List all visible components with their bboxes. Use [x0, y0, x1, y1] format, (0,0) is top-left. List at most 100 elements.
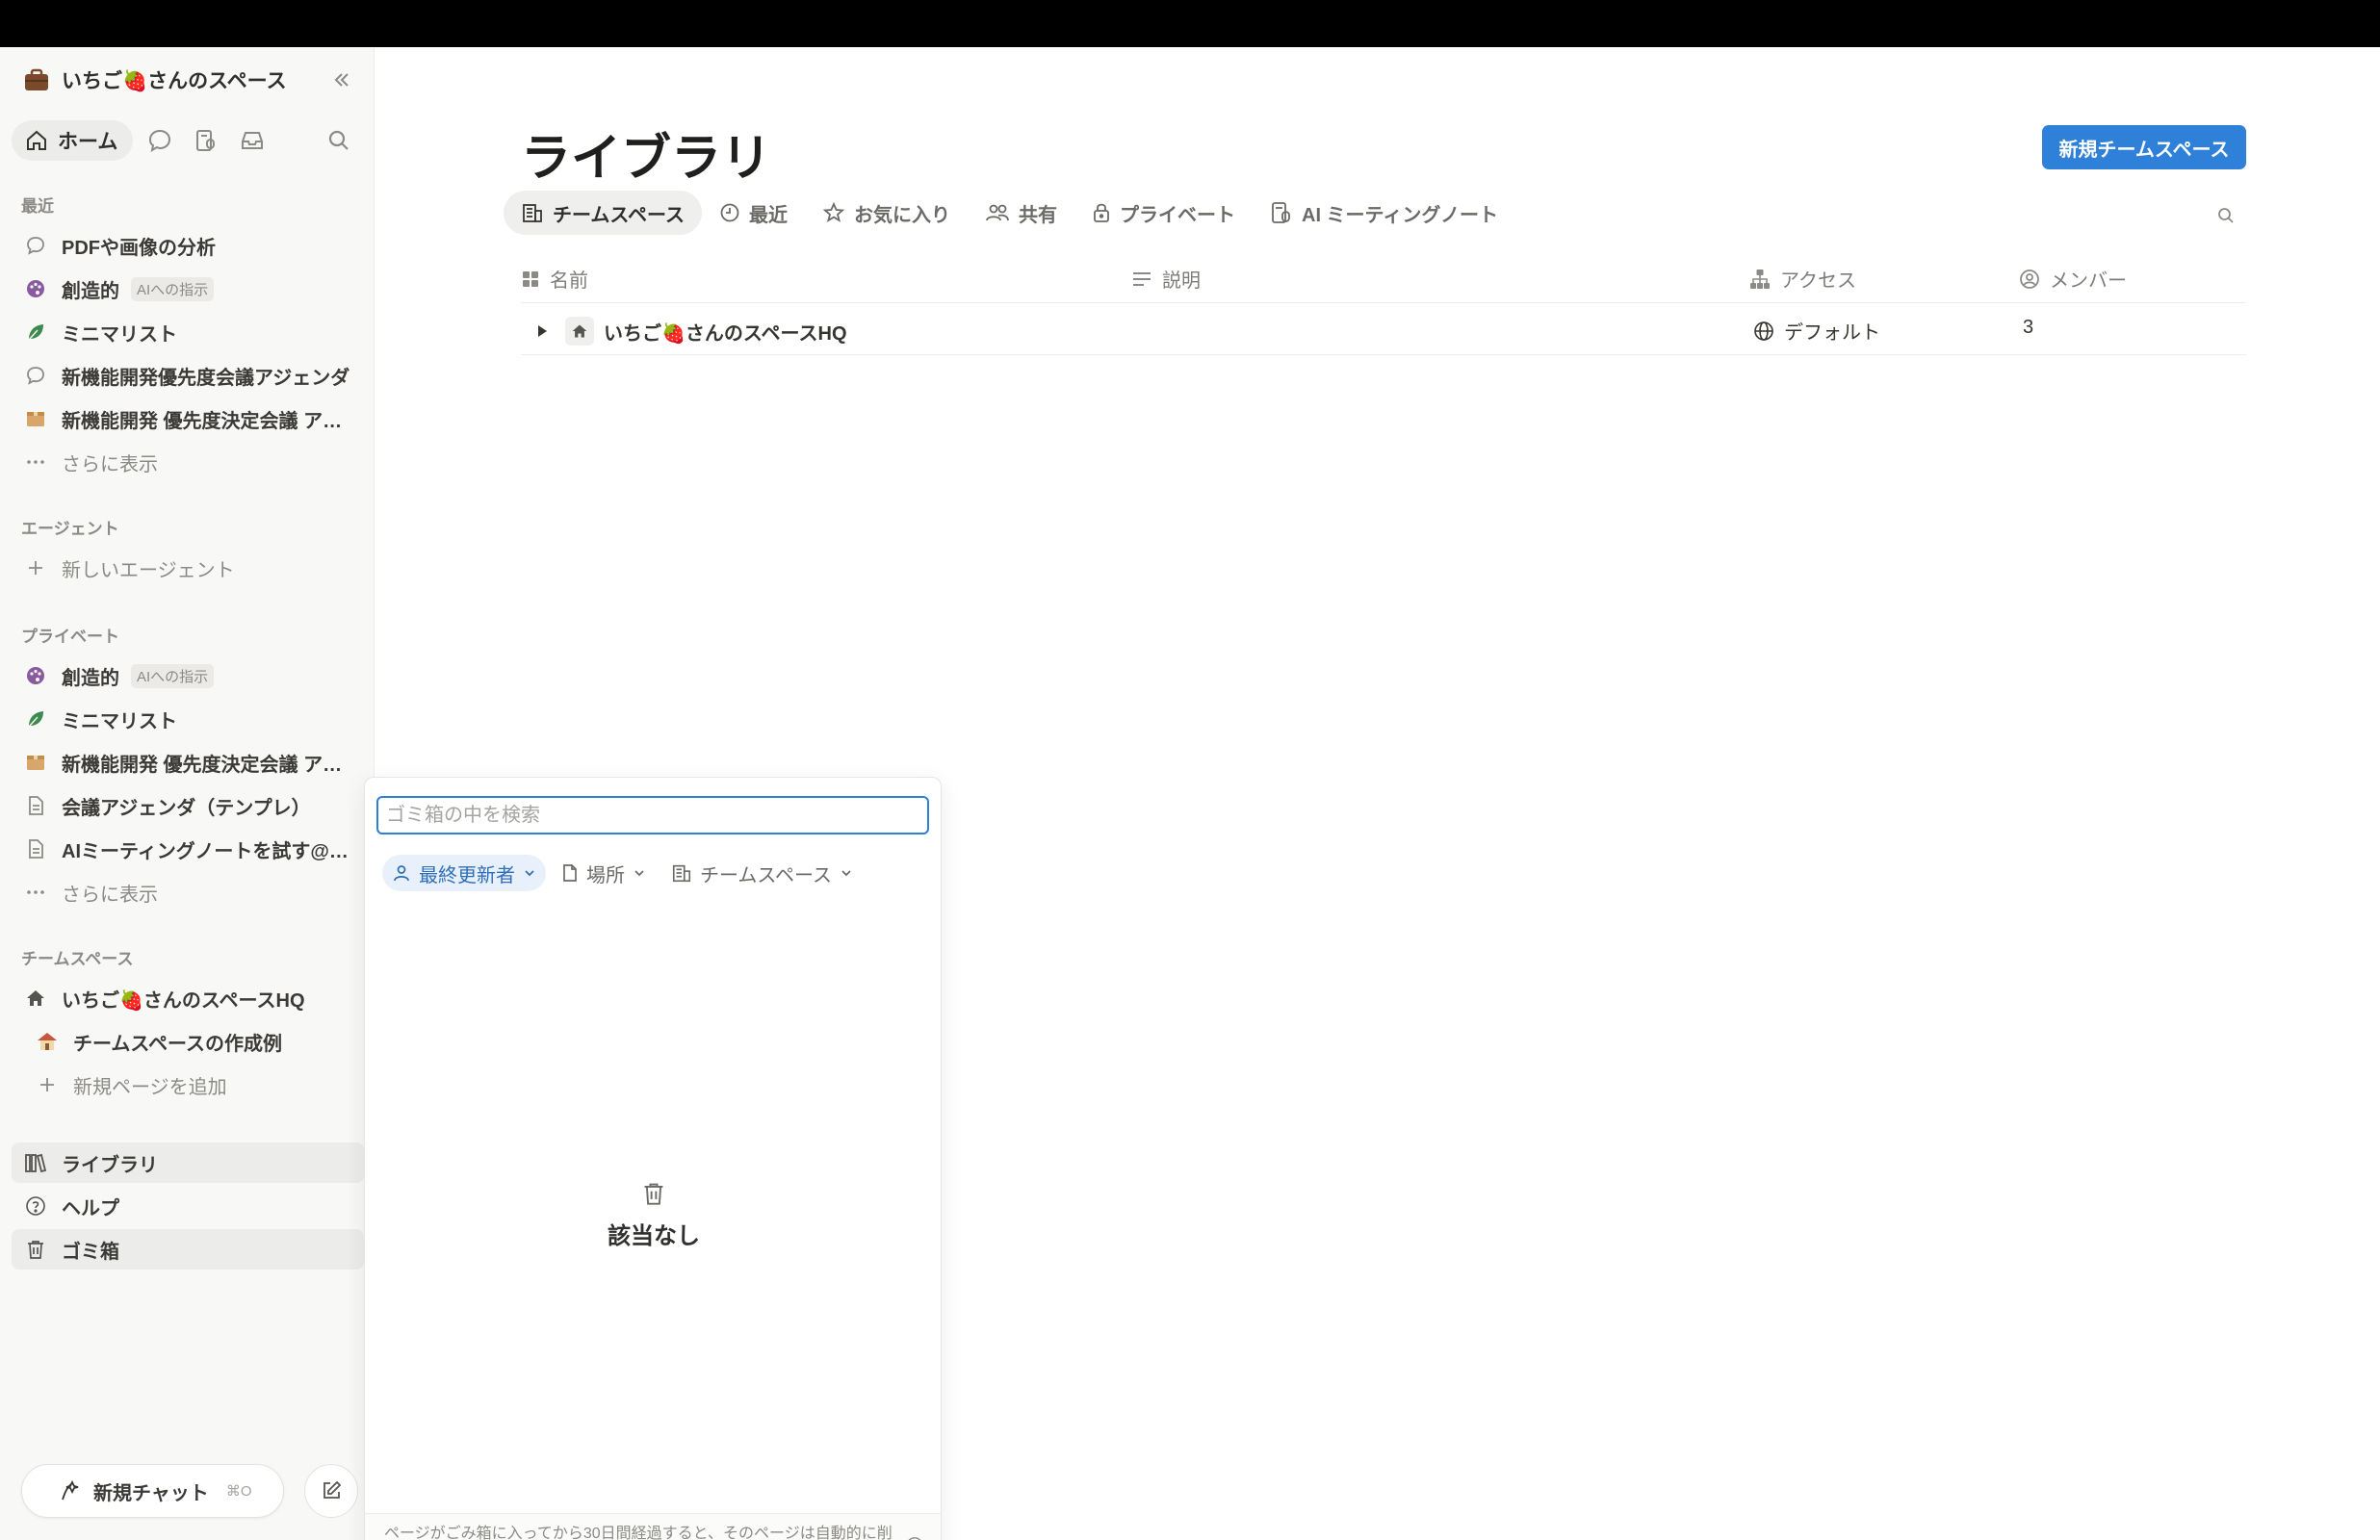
plus-icon: [23, 555, 48, 580]
help-icon[interactable]: [904, 1535, 925, 1540]
column-name[interactable]: 名前: [521, 265, 588, 293]
private-item[interactable]: 創造的 AIへの指示: [12, 655, 364, 696]
hierarchy-icon: [1750, 269, 1770, 289]
row-access-cell[interactable]: デフォルト: [1753, 317, 1880, 345]
collapse-sidebar-icon[interactable]: [326, 64, 357, 95]
page-icon: [563, 864, 577, 882]
recent-item-label: PDFや画像の分析: [62, 237, 216, 259]
teamspace-section-label: チームスペース: [21, 950, 134, 968]
show-more-recent[interactable]: さらに表示: [12, 442, 364, 482]
ai-instruction-tag: AIへの指示: [131, 276, 215, 301]
recent-section-label: 最近: [21, 197, 54, 216]
column-members[interactable]: メンバー: [2019, 265, 2127, 293]
clock-icon: [720, 203, 739, 222]
app-window: いちご🍓さんのスペース ホーム 最近 PDFや画像の分析 創造的 AIへの指示 …: [0, 47, 2380, 1540]
private-item[interactable]: 会議アジェンダ（テンプレ）: [12, 785, 364, 826]
more-icon: [23, 449, 48, 475]
meeting-notes-icon[interactable]: [187, 121, 225, 160]
trash-label: ゴミ箱: [62, 1241, 119, 1263]
expand-triangle-icon[interactable]: [534, 323, 550, 339]
tab-private[interactable]: プライベート: [1074, 191, 1253, 235]
chat-bubble-icon: [23, 363, 48, 388]
palette-icon: [23, 663, 48, 688]
filter-location[interactable]: 場所: [552, 855, 656, 891]
ai-instruction-tag: AIへの指示: [131, 663, 215, 688]
teamspace-item[interactable]: いちご🍓さんのスペースHQ: [12, 978, 364, 1018]
teamspace-item[interactable]: チームスペースの作成例: [12, 1021, 364, 1062]
chevron-down-icon: [634, 870, 644, 877]
empty-label: 該当なし: [608, 1223, 700, 1249]
tab-favorites[interactable]: お気に入り: [805, 191, 968, 235]
tab-label: AI ミーティングノート: [1302, 204, 1498, 226]
tab-ai-meeting-notes[interactable]: AI ミーティングノート: [1253, 191, 1515, 235]
recent-item-label: 創造的: [62, 280, 119, 302]
inbox-icon[interactable]: [233, 121, 272, 160]
library-icon: [23, 1150, 48, 1175]
private-item[interactable]: 新機能開発 優先度決定会議 ア…: [12, 742, 364, 783]
recent-item[interactable]: 創造的 AIへの指示: [12, 269, 364, 309]
home-button[interactable]: ホーム: [12, 120, 134, 161]
people-icon: [986, 204, 1009, 221]
table-row[interactable]: いちご🍓さんのスペースHQ デフォルト 3: [521, 303, 2246, 355]
filter-last-edited-by[interactable]: 最終更新者: [382, 855, 546, 891]
sidebar-item-trash[interactable]: ゴミ箱: [12, 1229, 364, 1270]
workspace-name: いちご🍓さんのスペース: [62, 70, 287, 92]
tab-label: プライベート: [1120, 204, 1235, 226]
library-tabs: チームスペース 最近 お気に入り 共有 プライベート AI ミーティングノート: [504, 191, 1515, 235]
chat-icon[interactable]: [141, 121, 179, 160]
private-item[interactable]: ミニマリスト: [12, 699, 364, 739]
library-search-icon[interactable]: [2212, 201, 2240, 230]
filter-teamspace[interactable]: チームスペース: [661, 855, 863, 891]
new-teamspace-button[interactable]: 新規チームスペース: [2042, 125, 2246, 169]
show-more-label: さらに表示: [62, 453, 158, 475]
tab-teamspaces[interactable]: チームスペース: [504, 191, 702, 235]
add-new-page-button[interactable]: 新規ページを追加: [12, 1065, 364, 1105]
teamspace-icon: [523, 204, 542, 222]
grid-icon: [523, 270, 538, 287]
new-chat-button[interactable]: 新規チャット ⌘O: [21, 1464, 284, 1518]
chevron-down-icon: [841, 870, 851, 877]
show-more-private[interactable]: さらに表示: [12, 872, 364, 912]
palette-icon: [23, 276, 48, 301]
column-access[interactable]: アクセス: [1749, 265, 1856, 293]
column-label: アクセス: [1780, 270, 1856, 292]
recent-item[interactable]: 新機能開発優先度会議アジェンダ: [12, 355, 364, 396]
window-top-bar: [0, 0, 2380, 47]
column-description[interactable]: 説明: [1131, 265, 1201, 293]
leaf-icon: [23, 706, 48, 732]
recent-item-label: 新機能開発 優先度決定会議 ア…: [62, 410, 343, 432]
trash-search-input[interactable]: [376, 796, 929, 834]
lock-icon: [1094, 203, 1109, 222]
page-title: ライブラリ: [521, 131, 772, 187]
home-icon: [23, 986, 48, 1011]
library-label: ライブラリ: [62, 1154, 158, 1176]
recent-item[interactable]: ミニマリスト: [12, 312, 364, 352]
page-icon: [23, 793, 48, 818]
sidebar-item-library[interactable]: ライブラリ: [12, 1142, 364, 1183]
private-item-label: ミニマリスト: [62, 710, 177, 732]
tab-recent[interactable]: 最近: [702, 191, 805, 235]
new-page-button[interactable]: [304, 1464, 358, 1518]
new-agent-button[interactable]: 新しいエージェント: [12, 548, 364, 588]
filter-label: 最終更新者: [419, 864, 515, 886]
ai-chat-icon: [62, 1479, 79, 1501]
chevron-down-icon: [525, 870, 534, 877]
compose-icon: [323, 1480, 342, 1499]
recent-item[interactable]: PDFや画像の分析: [12, 225, 364, 266]
show-more-label: さらに表示: [62, 884, 158, 906]
workspace-switcher[interactable]: いちご🍓さんのスペース: [21, 61, 363, 99]
briefcase-icon: [21, 64, 52, 95]
chat-bubble-icon: [23, 233, 48, 258]
recent-item[interactable]: 新機能開発 優先度決定会議 ア…: [12, 398, 364, 439]
tab-shared[interactable]: 共有: [968, 191, 1074, 235]
more-icon: [23, 880, 48, 905]
trash-empty-state: 該当なし: [365, 1180, 943, 1250]
private-item[interactable]: AIミーティングノートを試す@…: [12, 829, 364, 869]
tab-label: お気に入り: [854, 204, 950, 226]
trash-filters: 最終更新者 場所 チームスペース: [382, 855, 863, 891]
teamspace-icon: [672, 864, 691, 883]
star-icon: [822, 201, 845, 222]
sidebar-item-help[interactable]: ヘルプ: [12, 1186, 364, 1226]
search-icon[interactable]: [320, 121, 358, 160]
row-name-cell: いちご🍓さんのスペースHQ: [534, 317, 847, 346]
